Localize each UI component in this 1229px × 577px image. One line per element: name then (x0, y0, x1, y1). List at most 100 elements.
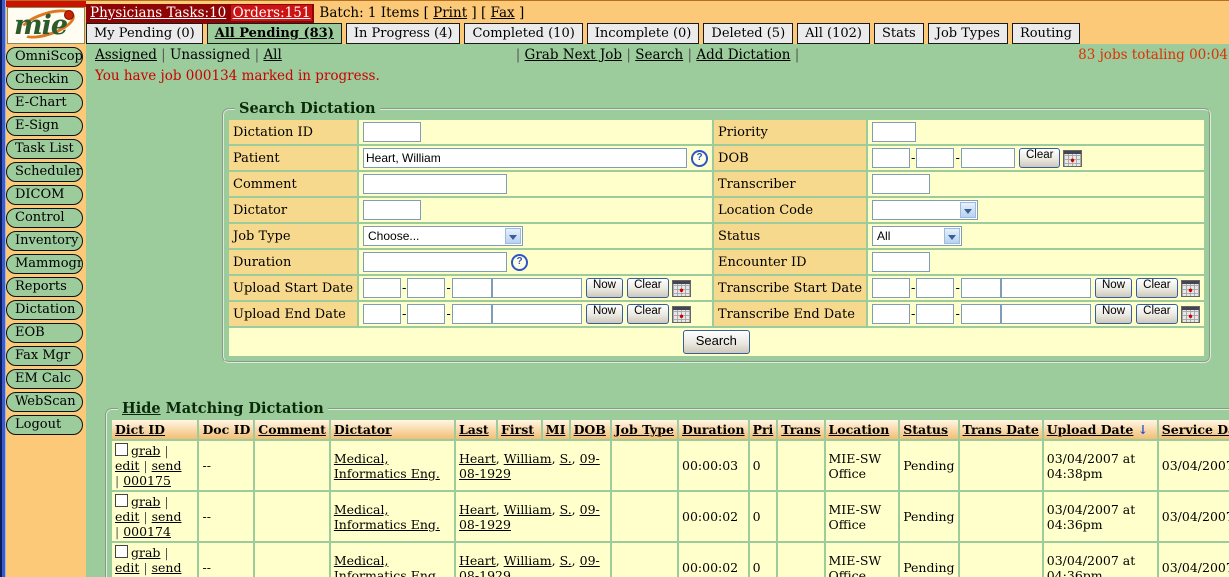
row-link-edit[interactable]: edit (115, 560, 139, 575)
sidebar-item-logout[interactable]: Logout (6, 415, 83, 435)
sidebar-item-reports[interactable]: Reports (6, 277, 83, 297)
upload-end-day[interactable] (407, 304, 445, 324)
patient-link[interactable]: Heart (459, 451, 496, 466)
row-link-edit[interactable]: edit (115, 458, 139, 473)
row-checkbox[interactable] (115, 545, 128, 558)
sidebar-item-task-list[interactable]: Task List (6, 139, 83, 159)
col-pri[interactable]: Pri (750, 420, 777, 439)
upload-start-now-button[interactable]: Now (586, 278, 623, 298)
sidebar-item-dictation[interactable]: Dictation (6, 300, 83, 320)
transcribe-start-now-button[interactable]: Now (1095, 278, 1132, 298)
status-select[interactable]: All (872, 226, 962, 246)
priority-field[interactable] (872, 122, 916, 142)
tab-all-pending-83[interactable]: All Pending (83) (207, 23, 342, 44)
physicians-tasks-link[interactable]: Physicians Tasks:10 (90, 5, 226, 21)
row-link-edit[interactable]: edit (115, 509, 139, 524)
row-checkbox[interactable] (115, 443, 128, 456)
upload-end-now-button[interactable]: Now (586, 304, 623, 324)
mie-logo[interactable]: mie (7, 7, 85, 44)
upload-start-day[interactable] (407, 278, 445, 298)
sidebar-item-webscan[interactable]: WebScan (6, 392, 83, 412)
upload-start-month[interactable] (363, 278, 401, 298)
dictator-link[interactable]: Medical, Informatics Eng. (334, 553, 440, 577)
col-dict-id[interactable]: Dict ID (112, 420, 197, 439)
dict-id-link[interactable]: 000175 (123, 473, 171, 488)
col-mi[interactable]: MI (543, 420, 569, 439)
sidebar-item-checkin[interactable]: Checkin (6, 70, 83, 90)
row-checkbox[interactable] (115, 494, 128, 507)
sidebar-item-em-calc[interactable]: EM Calc (6, 369, 83, 389)
patient-link[interactable]: S. (560, 502, 572, 517)
tab-all-102[interactable]: All (102) (797, 23, 870, 44)
encounter-id-field[interactable] (872, 252, 930, 272)
col-last[interactable]: Last (456, 420, 496, 439)
col-first[interactable]: First (498, 420, 541, 439)
col-dob[interactable]: DOB (571, 420, 610, 439)
tab-my-pending-0[interactable]: My Pending (0) (86, 23, 203, 44)
comment-field[interactable] (363, 174, 507, 194)
col-duration[interactable]: Duration (679, 420, 748, 439)
patient-link[interactable]: S. (560, 451, 572, 466)
sidebar-item-control[interactable]: Control (6, 208, 83, 228)
transcribe-end-day[interactable] (916, 304, 954, 324)
action-add-dictation[interactable]: Add Dictation (696, 47, 790, 63)
patient-link[interactable]: William (504, 502, 552, 517)
dob-day-field[interactable] (916, 148, 954, 168)
sidebar-item-inventory[interactable]: Inventory (6, 231, 83, 251)
dict-id-link[interactable]: 000174 (123, 524, 171, 539)
job-type-select[interactable]: Choose... (363, 226, 523, 246)
upload-end-year[interactable] (452, 304, 492, 324)
tab-stats[interactable]: Stats (874, 23, 924, 44)
row-link-send[interactable]: send (152, 509, 182, 524)
transcribe-end-year[interactable] (961, 304, 1001, 324)
patient-link[interactable]: Heart (459, 502, 496, 517)
col-status[interactable]: Status (900, 420, 957, 439)
transcribe-end-clear-button[interactable]: Clear (1136, 304, 1177, 324)
col-comment[interactable]: Comment (255, 420, 329, 439)
transcribe-end-time[interactable] (1001, 304, 1091, 324)
patient-link[interactable]: William (504, 451, 552, 466)
dictator-link[interactable]: Medical, Informatics Eng. (334, 502, 440, 532)
tab-completed-10[interactable]: Completed (10) (464, 23, 582, 44)
col-location[interactable]: Location (826, 420, 899, 439)
sidebar-item-mammogra[interactable]: Mammogra (6, 254, 83, 274)
col-trans[interactable]: Trans (778, 420, 823, 439)
upload-start-time[interactable] (492, 278, 582, 298)
dob-month-field[interactable] (872, 148, 910, 168)
col-dictator[interactable]: Dictator (331, 420, 454, 439)
transcriber-field[interactable] (872, 174, 930, 194)
patient-link[interactable]: S. (560, 553, 572, 568)
col-trans-date[interactable]: Trans Date (960, 420, 1042, 439)
calendar-icon[interactable] (672, 306, 691, 323)
print-link[interactable]: Print (433, 5, 467, 21)
calendar-icon[interactable] (672, 280, 691, 297)
calendar-icon[interactable] (1181, 306, 1200, 323)
transcribe-end-now-button[interactable]: Now (1095, 304, 1132, 324)
row-link-grab[interactable]: grab (131, 494, 160, 509)
sidebar-item-e-sign[interactable]: E-Sign (6, 116, 83, 136)
dictation-id-field[interactable] (363, 122, 421, 142)
hide-link[interactable]: Hide (122, 400, 161, 417)
search-button[interactable]: Search (683, 330, 750, 354)
transcribe-start-year[interactable] (961, 278, 1001, 298)
upload-end-time[interactable] (492, 304, 582, 324)
sidebar-item-dicom[interactable]: DICOM (6, 185, 83, 205)
transcribe-start-day[interactable] (916, 278, 954, 298)
transcribe-start-time[interactable] (1001, 278, 1091, 298)
dictator-link[interactable]: Medical, Informatics Eng. (334, 451, 440, 481)
col-upload-date[interactable]: Upload Date ↓ (1044, 420, 1157, 439)
patient-field[interactable] (363, 148, 687, 168)
upload-start-year[interactable] (452, 278, 492, 298)
dictator-field[interactable] (363, 200, 421, 220)
sidebar-item-eob[interactable]: EOB (6, 323, 83, 343)
tab-routing[interactable]: Routing (1012, 23, 1080, 44)
sidebar-item-fax-mgr[interactable]: Fax Mgr (6, 346, 83, 366)
transcribe-start-month[interactable] (872, 278, 910, 298)
action-search[interactable]: Search (635, 47, 683, 63)
row-link-send[interactable]: send (152, 560, 182, 575)
help-icon[interactable]: ? (691, 150, 708, 167)
upload-end-clear-button[interactable]: Clear (627, 304, 668, 324)
action-grab-next-job[interactable]: Grab Next Job (525, 47, 623, 63)
row-link-send[interactable]: send (152, 458, 182, 473)
patient-link[interactable]: William (504, 553, 552, 568)
